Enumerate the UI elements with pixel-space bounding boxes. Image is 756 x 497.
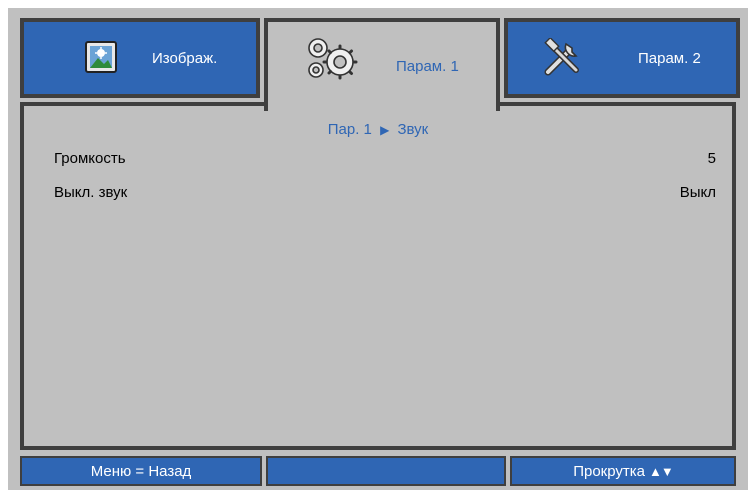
tab-settings-1[interactable]: Парам. 1 (264, 18, 500, 111)
menu-item-value: Выкл (679, 183, 716, 201)
footer-back-label: Меню = Назад (90, 462, 192, 480)
tab-image[interactable]: Изображ. (20, 18, 260, 98)
breadcrumb-parent: Пар. 1 (327, 121, 372, 138)
footer-scroll-hint: Прокрутка ▲▼ (510, 456, 736, 486)
tools-icon (542, 36, 586, 83)
menu-item-volume[interactable]: Громкость 5 (54, 146, 716, 170)
tab-settings-2[interactable]: Парам. 2 (504, 18, 740, 98)
menu-item-mute[interactable]: Выкл. звук Выкл (54, 180, 716, 204)
gears-icon (302, 36, 362, 87)
footer-scroll-label: Прокрутка (573, 462, 646, 480)
menu-item-value: 5 (707, 149, 716, 167)
content-panel: Пар. 1 ▶ Звук Громкость 5 Выкл. звук Вык… (20, 102, 736, 450)
osd-menu: Изображ. Парам. 1 Парам. 2 Пар. 1 ▶ Звук… (8, 8, 748, 490)
scroll-arrows-icon: ▲▼ (649, 463, 674, 479)
tab-settings-1-label: Парам. 1 (396, 58, 459, 75)
breadcrumb: Пар. 1 ▶ Звук (24, 121, 732, 138)
breadcrumb-current: Звук (397, 121, 429, 138)
breadcrumb-arrow-icon: ▶ (380, 123, 390, 137)
tab-image-label: Изображ. (152, 49, 218, 67)
menu-item-label: Громкость (54, 149, 126, 167)
tab-settings-2-label: Парам. 2 (638, 49, 701, 67)
footer-back-hint: Меню = Назад (20, 456, 262, 486)
menu-item-label: Выкл. звук (54, 183, 128, 201)
footer-middle (266, 456, 506, 486)
picture-icon (84, 40, 118, 79)
